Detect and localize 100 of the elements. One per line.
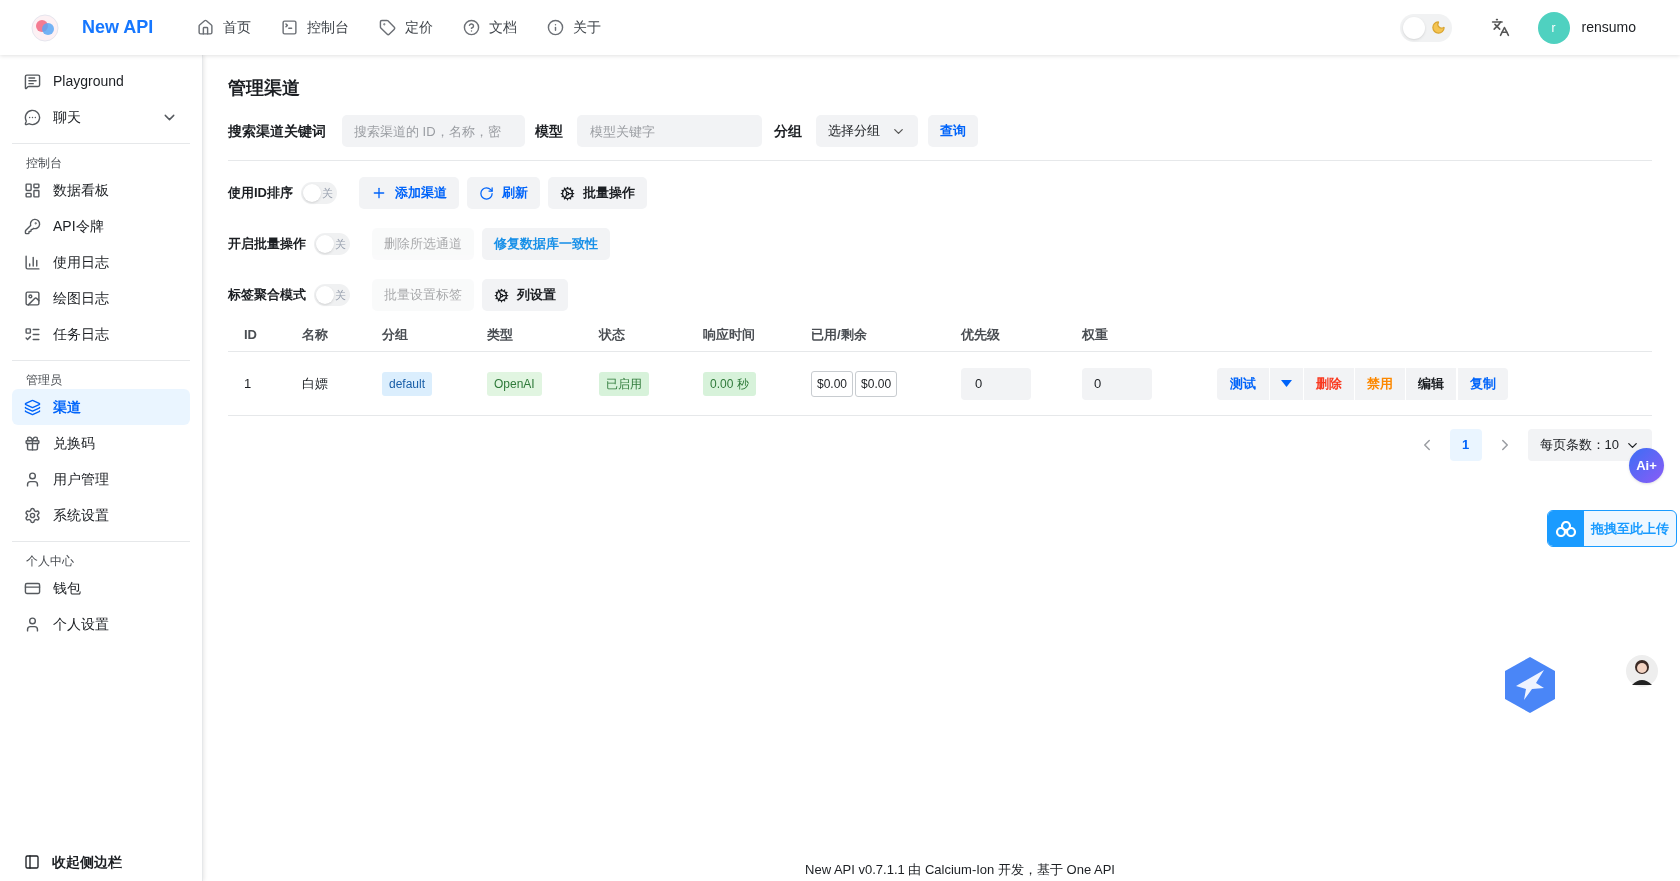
keyword-search-field[interactable]: 搜索渠道的 ID，名称，密 xyxy=(342,115,525,147)
column-header: 名称 xyxy=(302,326,329,345)
user-icon xyxy=(24,470,41,488)
sidebar-label: 聊天 xyxy=(53,107,81,127)
column-header: 分组 xyxy=(382,326,409,345)
model-search-field[interactable]: 模型关键字 xyxy=(577,115,762,147)
sidebar-item[interactable]: API令牌 xyxy=(12,208,190,244)
moon-icon xyxy=(1430,19,1446,35)
sidebar-item[interactable]: 使用日志 xyxy=(12,244,190,280)
tag: 已启用 xyxy=(599,371,649,396)
bar-chart-icon xyxy=(24,253,41,271)
tag-icon xyxy=(379,19,397,36)
avatar-figure-icon[interactable] xyxy=(1624,653,1660,689)
option-label: 标签聚合模式 xyxy=(228,286,306,305)
settings-icon xyxy=(24,506,41,524)
upload-label: 拖拽至此上传 xyxy=(1591,519,1669,538)
message-icon xyxy=(24,72,41,90)
page-button[interactable]: 1 xyxy=(1449,429,1482,461)
query-button[interactable]: 查询 xyxy=(928,115,978,147)
tag: OpenAI xyxy=(487,371,542,396)
plus-icon xyxy=(371,185,387,201)
sidebar-label: 使用日志 xyxy=(53,252,109,272)
weight-field[interactable]: 0 xyxy=(1082,367,1152,400)
sidebar-item[interactable]: 任务日志 xyxy=(12,316,190,352)
table-cell-text: 白嫖 xyxy=(302,374,329,393)
sidebar-label: 任务日志 xyxy=(53,324,109,344)
sidebar-item[interactable]: Playground xyxy=(12,63,190,99)
sidebar-section-title: 控制台 xyxy=(25,155,63,172)
sidebar-label: 钱包 xyxy=(53,578,81,598)
ai-assistant-button[interactable]: Ai+ xyxy=(1629,448,1664,483)
priority-field[interactable]: 0 xyxy=(961,367,1031,400)
toolbar-button[interactable]: 列设置 xyxy=(482,279,568,311)
used-amount-tag: $0.00 xyxy=(811,370,854,397)
key-icon xyxy=(24,217,41,235)
option-label: 开启批量操作 xyxy=(228,235,306,254)
dropdown-button[interactable] xyxy=(1269,367,1303,400)
settings-icon xyxy=(494,287,509,303)
switch-text: 关 xyxy=(322,185,333,201)
sidebar-label: 系统设置 xyxy=(53,505,109,525)
column-header: ID xyxy=(244,326,258,345)
chat-bubble-icon xyxy=(24,108,41,126)
page-title: 管理渠道 xyxy=(228,76,301,100)
gift-icon xyxy=(24,434,41,452)
action-button[interactable]: 复制 xyxy=(1458,367,1508,400)
nav-link[interactable]: 定价 xyxy=(379,17,434,38)
field-label: 分组 xyxy=(774,121,802,141)
column-header: 类型 xyxy=(487,326,514,345)
sidebar-label: 数据看板 xyxy=(53,180,109,200)
nav-link[interactable]: 关于 xyxy=(547,17,602,38)
theme-toggle[interactable] xyxy=(1399,13,1452,42)
info-icon xyxy=(547,19,565,36)
logo-icon[interactable] xyxy=(31,13,59,42)
app-title[interactable]: New API xyxy=(82,14,154,41)
page-size-select[interactable]: 每页条数：10 xyxy=(1527,429,1652,461)
list-icon xyxy=(24,325,41,343)
switch-text: 关 xyxy=(335,236,346,252)
switch-text: 关 xyxy=(335,287,346,303)
home-icon xyxy=(197,19,215,36)
sidebar-label: Playground xyxy=(53,71,124,91)
sidebar-item[interactable]: 兑换码 xyxy=(12,425,190,461)
refresh-icon xyxy=(479,185,494,201)
caret-down-icon xyxy=(1281,380,1292,387)
column-header: 优先级 xyxy=(961,326,1001,345)
collapse-sidebar-button[interactable]: 收起侧边栏 xyxy=(12,847,190,877)
field-label: 搜索渠道关键词 xyxy=(228,121,326,141)
terminal-icon xyxy=(281,19,299,36)
sidebar-item[interactable]: 系统设置 xyxy=(12,497,190,533)
sidebar-label: 绘图日志 xyxy=(53,288,109,308)
table-cell-text: 1 xyxy=(244,374,253,393)
action-button[interactable]: 编辑 xyxy=(1406,367,1456,400)
sidebar-item[interactable]: 用户管理 xyxy=(12,461,190,497)
user-icon xyxy=(24,615,41,633)
toolbar-button[interactable]: 刷新 xyxy=(467,177,540,209)
sidebar-item[interactable]: 数据看板 xyxy=(12,172,190,208)
sidebar-item[interactable]: 个人设置 xyxy=(12,606,190,642)
action-button[interactable]: 测试 xyxy=(1217,367,1269,400)
dashboard-icon xyxy=(24,181,41,199)
sidebar-section-title: 管理员 xyxy=(25,372,63,389)
sidebar-item[interactable]: 聊天 xyxy=(12,99,190,135)
layers-icon xyxy=(24,398,41,416)
user-name[interactable]: rensumo xyxy=(1581,17,1636,38)
translate-icon[interactable] xyxy=(1490,18,1510,37)
sidebar-item[interactable]: 钱包 xyxy=(12,570,190,606)
sidebar-item[interactable]: 绘图日志 xyxy=(12,280,190,316)
sidebar-label: 用户管理 xyxy=(53,469,109,489)
sidebar-label: 个人设置 xyxy=(53,614,109,634)
settings-icon xyxy=(560,185,575,201)
nav-link[interactable]: 文档 xyxy=(463,17,518,38)
nav-link[interactable]: 控制台 xyxy=(281,17,350,38)
sidebar-label: 兑换码 xyxy=(53,433,95,453)
column-header: 已用/剩余 xyxy=(811,326,868,345)
toolbar-button[interactable]: 批量操作 xyxy=(548,177,647,209)
footer-text: New API v0.7.1.1 由 Calcium-Ion 开发，基于 One API xyxy=(804,860,1116,879)
group-select[interactable]: 选择分组 xyxy=(816,115,918,147)
column-header: 权重 xyxy=(1082,326,1109,345)
sidebar-section-title: 个人中心 xyxy=(25,553,75,570)
nav-link[interactable]: 首页 xyxy=(197,17,252,38)
toolbar-button[interactable]: 添加渠道 xyxy=(359,177,459,209)
sidebar-item[interactable]: 渠道 xyxy=(12,389,190,425)
sidebar-label: 渠道 xyxy=(53,397,81,417)
